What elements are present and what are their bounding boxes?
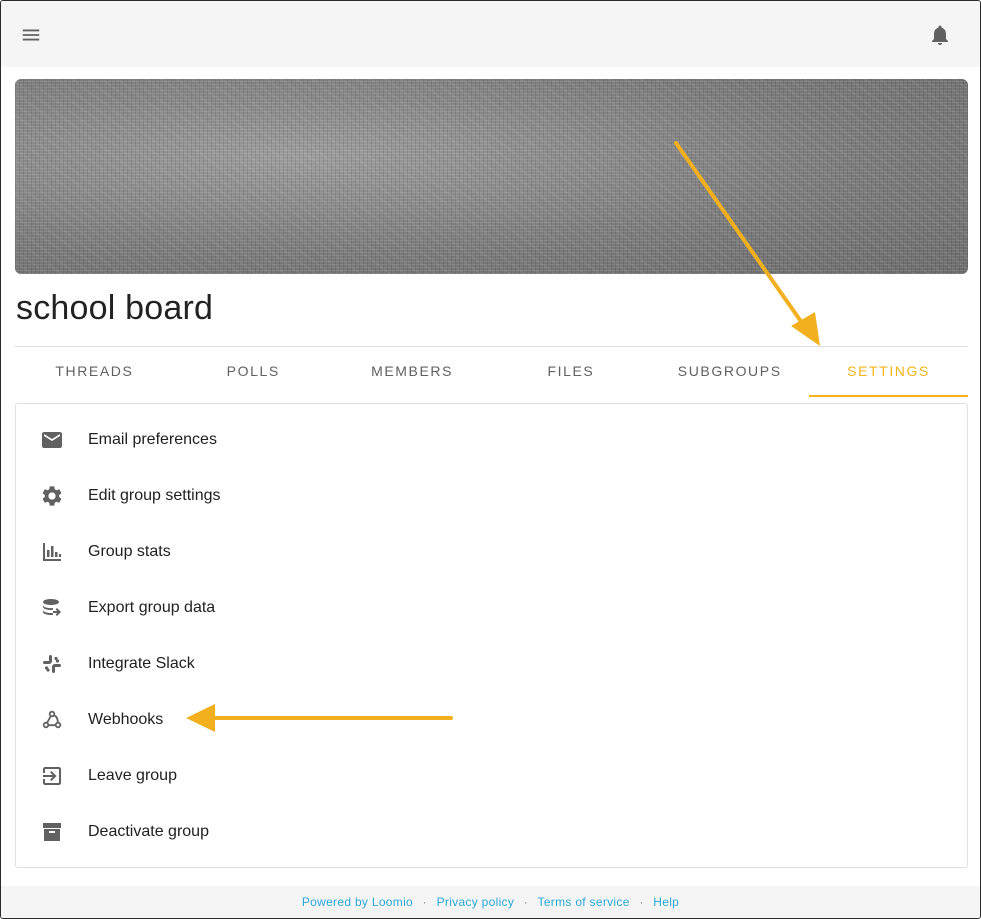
menu-item-label: Deactivate group — [88, 823, 209, 840]
settings-menu: Email preferences Edit group settings Gr… — [15, 403, 968, 868]
tab-subgroups[interactable]: SUBGROUPS — [650, 347, 809, 395]
menu-item-edit-group-settings[interactable]: Edit group settings — [16, 468, 967, 524]
top-app-bar — [1, 1, 980, 67]
tab-polls[interactable]: POLLS — [174, 347, 333, 395]
notifications-bell-icon[interactable] — [928, 23, 952, 47]
footer-separator: · — [523, 895, 529, 909]
footer-link-help[interactable]: Help — [653, 895, 679, 909]
menu-item-email-preferences[interactable]: Email preferences — [16, 412, 967, 468]
menu-item-label: Leave group — [88, 767, 177, 784]
app-window: school board THREADS POLLS MEMBERS FILES… — [0, 0, 981, 919]
footer-link-powered-by[interactable]: Powered by Loomio — [302, 895, 413, 909]
tab-files[interactable]: FILES — [491, 347, 650, 395]
database-export-icon — [40, 596, 64, 620]
menu-item-label: Edit group settings — [88, 487, 221, 504]
menu-item-leave-group[interactable]: Leave group — [16, 748, 967, 804]
menu-item-integrate-slack[interactable]: Integrate Slack — [16, 636, 967, 692]
gear-icon — [40, 484, 64, 508]
footer-link-privacy[interactable]: Privacy policy — [437, 895, 515, 909]
group-tabs: THREADS POLLS MEMBERS FILES SUBGROUPS SE… — [15, 346, 968, 397]
footer-separator: · — [422, 895, 427, 909]
menu-item-export-group-data[interactable]: Export group data — [16, 580, 967, 636]
tab-settings[interactable]: SETTINGS — [809, 347, 968, 397]
footer-link-terms[interactable]: Terms of service — [538, 895, 630, 909]
slack-icon — [40, 652, 64, 676]
menu-item-webhooks[interactable]: Webhooks — [16, 692, 967, 748]
email-icon — [40, 428, 64, 452]
bar-chart-icon — [40, 540, 64, 564]
menu-item-label: Webhooks — [88, 711, 164, 728]
hamburger-menu-icon[interactable] — [20, 24, 42, 46]
archive-icon — [40, 820, 64, 844]
menu-item-label: Email preferences — [88, 431, 217, 448]
menu-item-deactivate-group[interactable]: Deactivate group — [16, 804, 967, 860]
exit-icon — [40, 764, 64, 788]
footer: Powered by Loomio · Privacy policy · Ter… — [1, 886, 980, 918]
webhook-icon — [40, 708, 64, 732]
menu-item-group-stats[interactable]: Group stats — [16, 524, 967, 580]
group-cover-image — [15, 79, 968, 274]
group-title: school board — [16, 289, 214, 327]
tab-threads[interactable]: THREADS — [15, 347, 174, 395]
menu-item-label: Group stats — [88, 543, 171, 560]
menu-item-label: Export group data — [88, 599, 216, 616]
footer-separator: · — [639, 895, 644, 909]
tab-members[interactable]: MEMBERS — [333, 347, 492, 395]
menu-item-label: Integrate Slack — [88, 655, 195, 672]
